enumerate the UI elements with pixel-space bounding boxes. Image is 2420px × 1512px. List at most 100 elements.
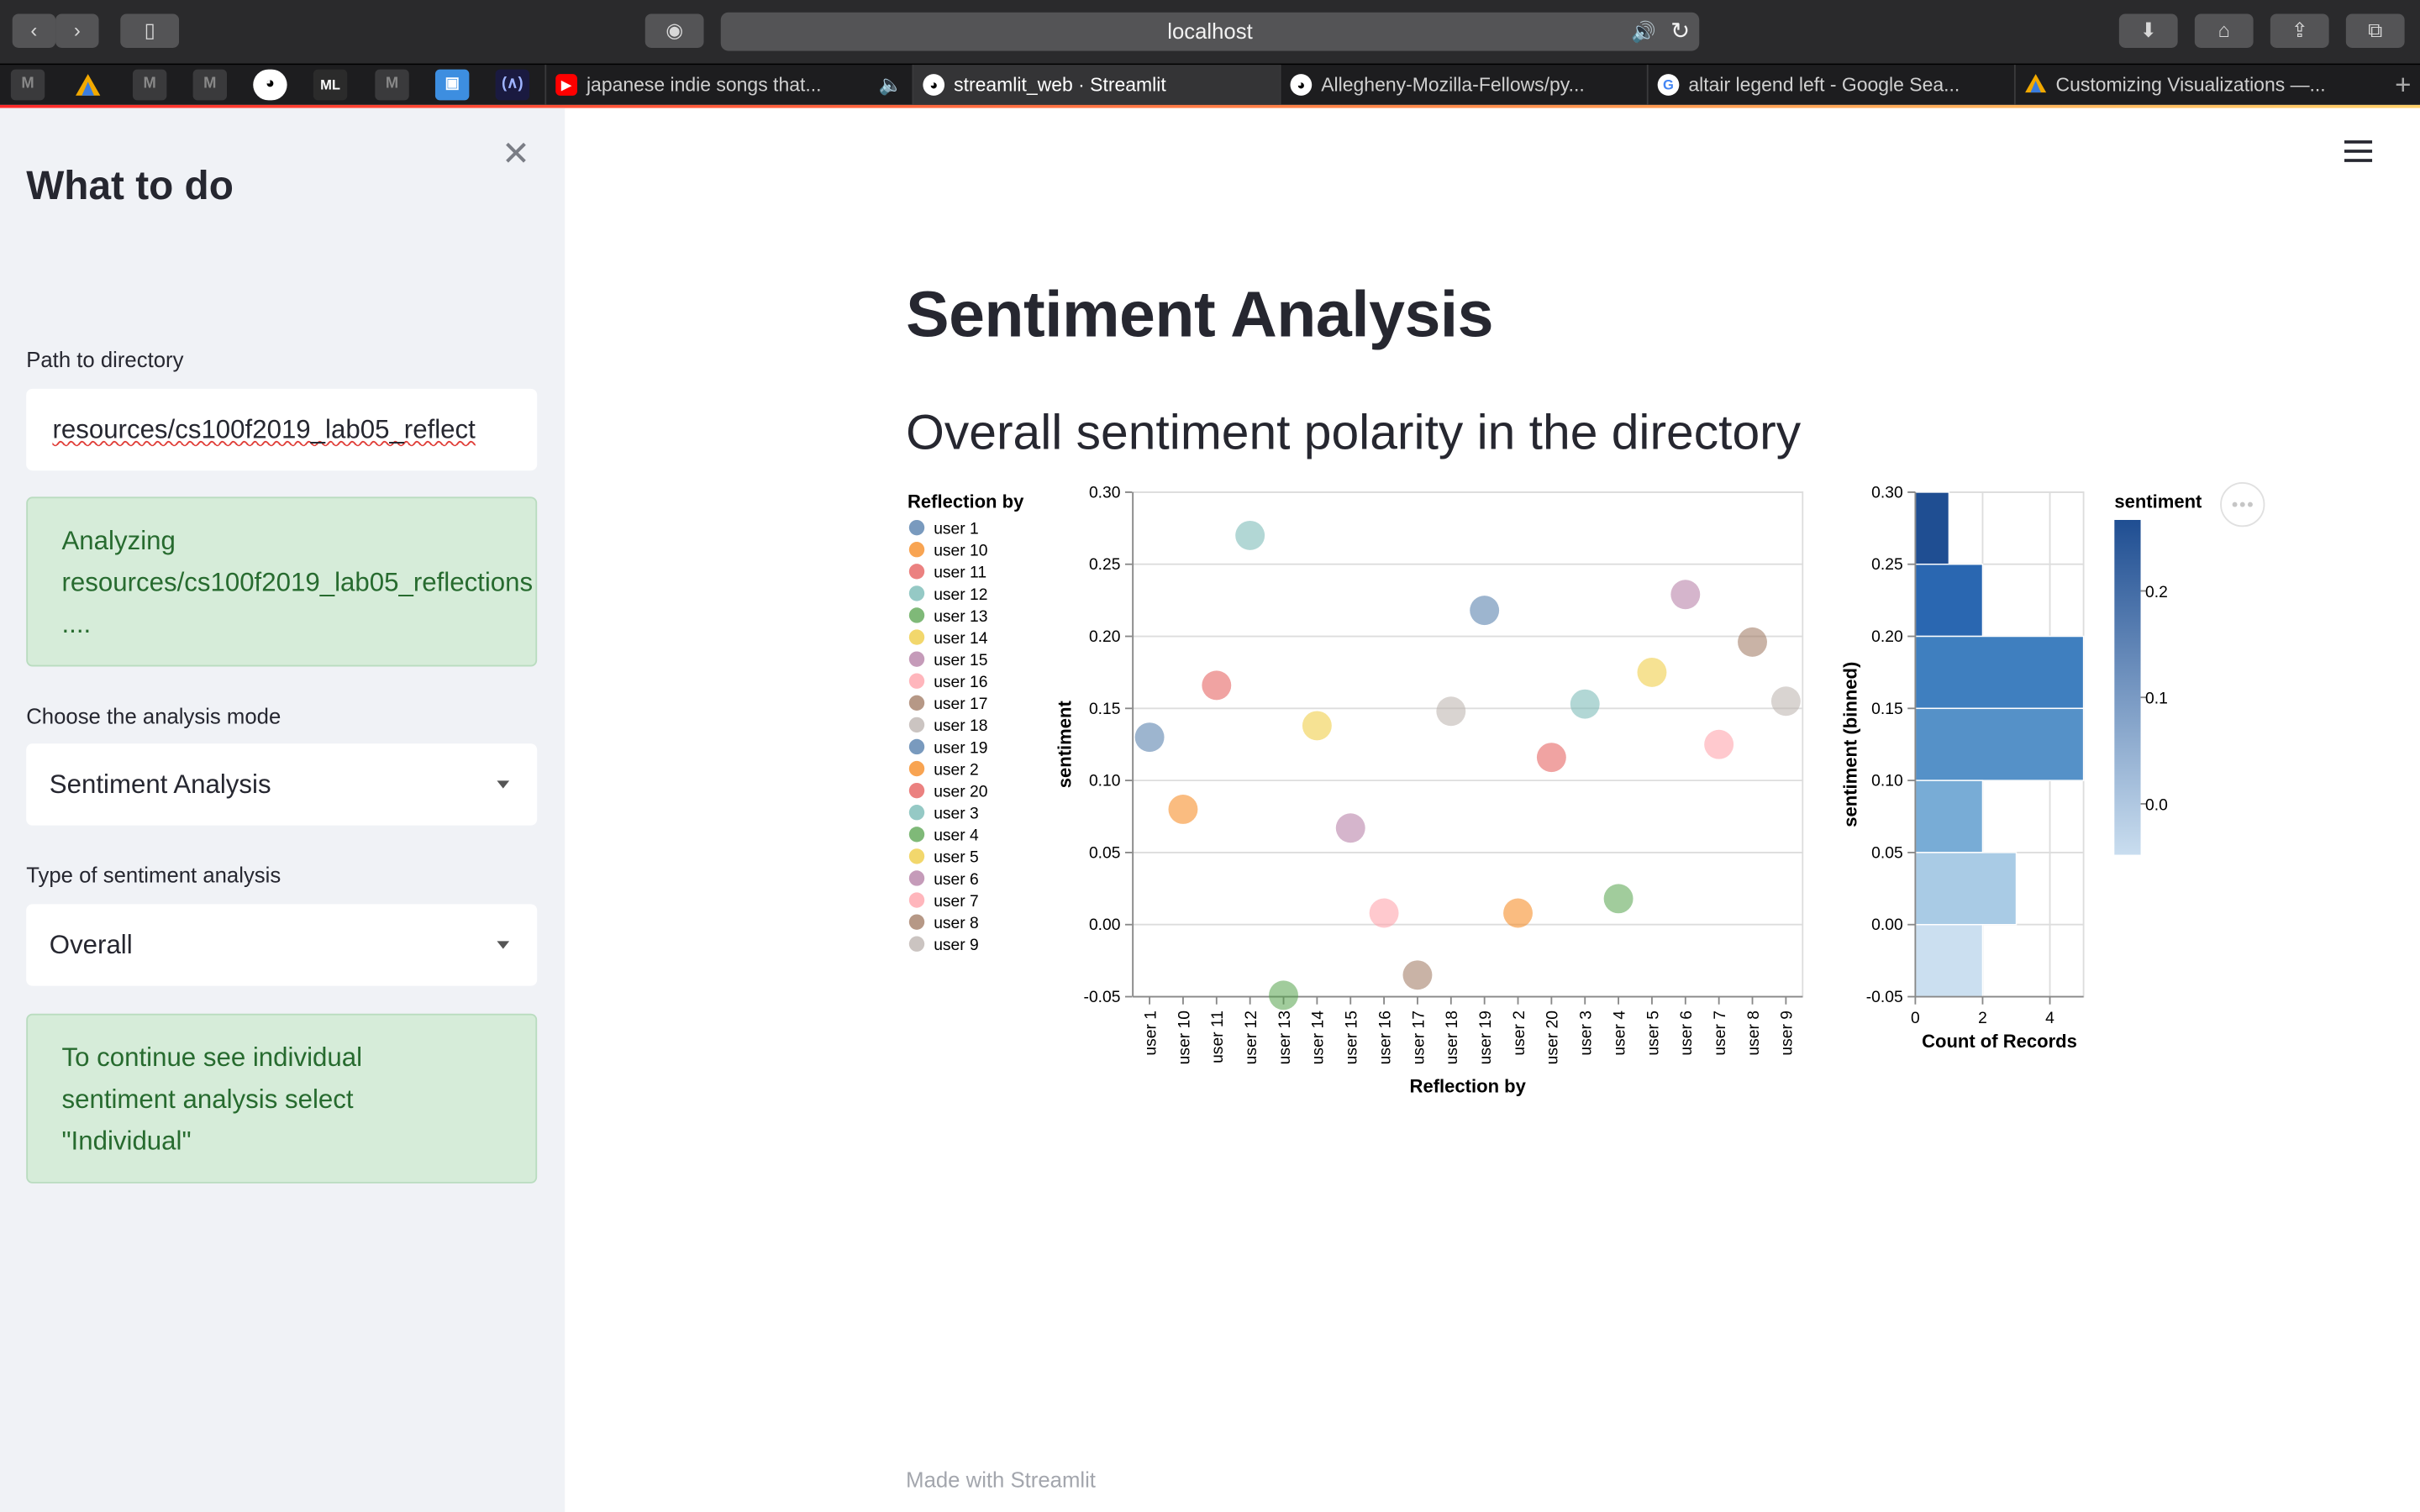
x-tick-label: user 11 [1209,1011,1227,1063]
analyzing-path: resources/cs100f2019_lab05_reflections [61,567,534,597]
y-tick-label: 0.25 [1089,556,1121,574]
main-menu-icon[interactable] [2344,139,2373,163]
more-dots-icon [2248,501,2253,507]
legend-label: user 17 [934,696,987,713]
reload-icon[interactable]: ↻ [1670,13,1690,51]
x-tick-label: user 13 [1276,1011,1294,1064]
type-select[interactable]: Overall [26,904,538,986]
pinned-tab-gmail[interactable]: M [375,69,409,101]
x-tick-label: user 16 [1376,1011,1394,1064]
close-sidebar-icon[interactable]: ✕ [502,134,530,175]
tabs-overview-icon[interactable]: ⧉ [2345,13,2405,48]
data-point [1536,743,1566,773]
pinned-tab-github-icon[interactable]: ◕ [253,69,287,101]
chevron-down-icon [497,941,510,949]
data-point [1134,722,1165,753]
hint-line: sentiment analysis select [61,1084,354,1115]
data-point [1202,670,1232,701]
legend-swatch [908,651,925,667]
histogram-bar [1914,563,1984,638]
legend-swatch [908,760,925,777]
share-icon[interactable]: ⇪ [2270,13,2329,48]
y-tick-label: 0.30 [1089,484,1121,501]
new-tab-button[interactable]: + [2386,65,2420,105]
legend-swatch [908,782,925,799]
mute-tab-icon[interactable]: 🔈 [879,65,903,105]
forward-button[interactable]: › [55,13,99,48]
pinned-tab-triangle-icon[interactable] [71,70,104,101]
legend-swatch [908,542,925,558]
pinned-tab-aws-icon[interactable]: (∧) [495,69,529,101]
x-tick-label: user 2 [1511,1011,1528,1056]
grammarly-extension-icon[interactable]: ◉ [644,13,704,48]
github-icon: ◕ [1290,74,1313,96]
legend-swatch [908,914,925,930]
y-tick-label: 0.15 [1089,701,1121,718]
tab-bar: M M M ◕ ML M ▣ (∧) ▶ japanese indie song… [0,63,2420,105]
audio-playing-icon[interactable]: 🔊 [1631,13,1656,51]
data-point [1235,520,1265,550]
legend-label: user 7 [934,893,979,911]
tab-streamlit[interactable]: ◕ streamlit_web · Streamlit [912,65,1280,105]
more-dots-icon [2232,501,2238,507]
hint-line: To continue see individual [61,1042,363,1073]
tab-title: streamlit_web · Streamlit [954,74,1166,96]
color-legend-label: 0.0 [2145,796,2168,814]
tab-allegheny[interactable]: ◕ Allegheny-Mozilla-Fellows/py... [1279,65,1647,105]
path-input[interactable]: resources/cs100f2019_lab05_reflect [26,388,538,471]
x-tick-label: user 10 [1176,1011,1193,1064]
x-axis-title: Reflection by [1410,1075,1527,1096]
pinned-tab-gmail[interactable]: M [10,69,45,101]
y-tick-label: 0.25 [1871,556,1903,574]
x-tick-label: 2 [1978,1010,1987,1027]
y-axis-title: sentiment (binned) [1840,662,1861,827]
data-point [1436,696,1466,727]
home-icon[interactable]: ⌂ [2194,13,2254,48]
mode-select[interactable]: Sentiment Analysis [26,743,538,826]
altair-icon [2025,74,2047,96]
tab-altair-docs[interactable]: Customizing Visualizations —... [2013,65,2381,105]
x-tick-label: user 3 [1578,1011,1596,1056]
address-bar[interactable]: localhost 🔊 ↻ [720,12,1700,51]
x-tick-label: user 18 [1444,1011,1461,1064]
pinned-tab-gmail[interactable]: M [192,69,227,101]
legend-swatch [908,805,925,821]
mode-label: Choose the analysis mode [26,703,281,728]
x-tick-label: user 5 [1644,1011,1662,1056]
download-icon[interactable]: ⬇ [2118,13,2178,48]
legend-swatch [908,695,925,711]
hint-line: "Individual" [61,1126,192,1156]
sidebar-toggle-icon[interactable]: ▯ [120,13,180,48]
pinned-tab-gmail[interactable]: M [132,69,167,101]
y-tick-label: 0.00 [1089,916,1121,934]
more-dots-icon [2239,501,2245,507]
x-tick-label: 4 [2045,1010,2054,1027]
y-tick-label: 0.10 [1871,773,1903,790]
x-tick-label: user 20 [1544,1011,1562,1064]
legend-label: user 1 [934,521,979,538]
legend-label: user 2 [934,761,979,779]
x-tick-label: user 9 [1779,1011,1797,1056]
legend-label: user 15 [934,652,987,669]
pinned-tab-ml[interactable]: ML [313,69,348,101]
pinned-tab-board-icon[interactable]: ▣ [434,69,470,101]
data-point [1770,686,1801,717]
x-tick-label: user 6 [1678,1011,1696,1056]
data-point [1704,729,1734,759]
tab-google[interactable]: G altair legend left - Google Sea... [1646,65,2014,105]
y-tick-label: 0.10 [1089,773,1121,790]
color-legend-gradient [2114,519,2141,855]
tab-youtube[interactable]: ▶ japanese indie songs that... 🔈 [544,65,912,105]
y-tick-label: -0.05 [1866,989,1903,1006]
legend-swatch [908,629,925,645]
x-tick-label: user 1 [1142,1011,1160,1056]
made-with-streamlit[interactable]: Made with Streamlit [906,1467,1096,1492]
data-point [1402,960,1433,990]
back-button[interactable]: ‹ [12,13,56,48]
x-tick-label: user 12 [1243,1011,1260,1064]
legend-swatch [908,738,925,755]
youtube-icon: ▶ [555,74,577,96]
data-point [1302,711,1332,741]
legend-label: user 18 [934,717,987,735]
legend-label: user 3 [934,806,979,823]
